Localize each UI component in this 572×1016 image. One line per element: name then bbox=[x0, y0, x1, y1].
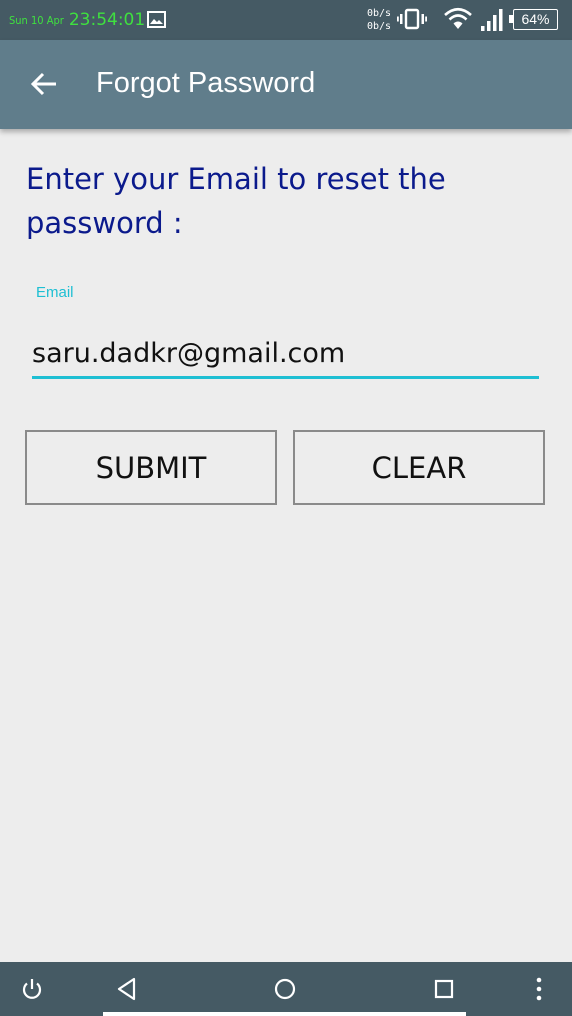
gallery-icon bbox=[147, 11, 166, 28]
home-circle-icon[interactable] bbox=[274, 978, 296, 1000]
power-icon[interactable] bbox=[20, 977, 44, 1001]
network-speed: 0b/s 0b/s bbox=[367, 7, 391, 33]
reset-prompt: Enter your Email to reset the password : bbox=[26, 162, 446, 240]
vibrate-icon bbox=[397, 8, 427, 30]
arrow-back-icon[interactable] bbox=[28, 68, 60, 100]
clear-button[interactable]: CLEAR bbox=[293, 430, 545, 505]
navigation-bar bbox=[0, 962, 572, 1016]
page-title: Forgot Password bbox=[96, 67, 316, 99]
more-dots-icon[interactable] bbox=[534, 976, 544, 1002]
status-time: 23:54:01 bbox=[68, 10, 146, 30]
back-triangle-icon[interactable] bbox=[116, 977, 138, 1001]
wifi-icon bbox=[444, 7, 472, 29]
recents-square-icon[interactable] bbox=[434, 979, 454, 999]
battery-icon: 64% bbox=[509, 9, 558, 30]
home-indicator bbox=[103, 1012, 466, 1016]
status-bar: Sun 10 Apr 23:54:01 0b/s 0b/s 64% bbox=[0, 0, 572, 40]
submit-button[interactable]: SUBMIT bbox=[25, 430, 277, 505]
net-up: 0b/s bbox=[367, 8, 392, 19]
status-date: Sun 10 Apr bbox=[9, 13, 64, 27]
email-field[interactable] bbox=[32, 331, 539, 379]
status-clock: Sun 10 Apr 23:54:01 bbox=[9, 0, 145, 40]
email-label: Email bbox=[36, 284, 74, 301]
app-bar: Forgot Password bbox=[0, 40, 572, 129]
net-down: 0b/s bbox=[367, 21, 392, 32]
signal-icon bbox=[481, 9, 503, 31]
